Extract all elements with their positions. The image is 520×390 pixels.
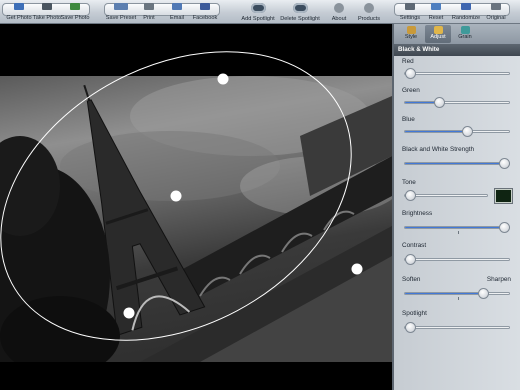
brightness-label: Brightness <box>402 210 433 217</box>
blue-slider-thumb[interactable] <box>462 126 474 137</box>
camera-icon <box>42 3 52 10</box>
delete-spotlight-button[interactable]: Delete Spotlight <box>280 1 320 23</box>
products-icon <box>364 3 374 13</box>
reset-icon <box>431 3 441 10</box>
spotlight-handle-center[interactable] <box>170 190 182 202</box>
spotlight-handle-right[interactable] <box>351 263 363 275</box>
email-icon <box>172 3 182 10</box>
tab-style[interactable]: Style <box>398 25 424 43</box>
soften-slider-thumb[interactable] <box>478 288 489 299</box>
delete-spotlight-icon <box>292 3 308 13</box>
tone-slider-thumb[interactable] <box>405 190 416 201</box>
add-spotlight-button[interactable]: Add Spotlight <box>240 1 276 23</box>
about-button[interactable]: About <box>322 1 356 23</box>
contrast-label: Contrast <box>402 242 427 249</box>
facebook-icon <box>200 3 210 10</box>
panel-tabs: Style Adjust Grain <box>394 24 520 44</box>
red-slider-thumb[interactable] <box>405 68 416 79</box>
tab-grain[interactable]: Grain <box>452 25 478 43</box>
blue-slider-fill <box>405 131 468 132</box>
red-label: Red <box>402 58 414 65</box>
strength-slider[interactable] <box>404 158 510 169</box>
green-slider[interactable] <box>404 97 510 108</box>
tab-adjust[interactable]: Adjust <box>425 25 451 43</box>
style-icon <box>406 26 416 34</box>
soften-sharpen-slider[interactable] <box>404 288 510 300</box>
contrast-slider-thumb[interactable] <box>405 254 416 265</box>
spotlight-label: Spotlight <box>402 310 427 317</box>
green-label: Green <box>402 87 420 94</box>
save-preset-icon <box>114 3 128 10</box>
save-photo-button[interactable]: Save Photo <box>58 1 92 23</box>
spotlight-slider-thumb[interactable] <box>405 322 416 333</box>
info-icon <box>334 3 344 13</box>
spotlight-handle-top[interactable] <box>217 73 229 85</box>
spotlight-ellipse[interactable] <box>0 24 392 390</box>
tone-color-swatch[interactable] <box>494 188 513 204</box>
randomize-icon <box>461 3 471 10</box>
get-photo-icon <box>14 3 24 10</box>
adjustments-panel: Style Adjust Grain Black & White Red Gre… <box>392 24 520 390</box>
soften-center-tick <box>458 297 459 300</box>
reset-button[interactable]: Reset <box>419 1 453 23</box>
section-title: Black & White <box>394 44 520 56</box>
soften-slider-fill <box>405 293 483 294</box>
spotlight-slider[interactable] <box>404 322 510 333</box>
print-icon <box>144 3 154 10</box>
red-slider[interactable] <box>404 68 510 79</box>
randomize-button[interactable]: Randomize <box>449 1 483 23</box>
brightness-slider[interactable] <box>404 222 510 234</box>
original-button[interactable]: Original <box>479 1 513 23</box>
brightness-center-tick <box>458 231 459 234</box>
green-slider-thumb[interactable] <box>434 97 446 108</box>
spotlight-overlay <box>0 24 392 390</box>
adjust-icon <box>433 26 443 34</box>
top-toolbar: Get Photo Take Photo Save Photo Save Pre… <box>0 0 520 24</box>
spotlight-handle-bottom[interactable] <box>123 307 135 319</box>
products-button[interactable]: Products <box>352 1 386 23</box>
sharpen-label: Sharpen <box>486 276 511 283</box>
contrast-slider[interactable] <box>404 254 510 265</box>
photo-canvas[interactable] <box>0 24 392 390</box>
settings-icon <box>405 3 415 10</box>
add-spotlight-icon <box>250 3 266 13</box>
brightness-slider-fill <box>405 227 509 228</box>
brightness-slider-thumb[interactable] <box>499 222 510 233</box>
original-icon <box>491 3 501 10</box>
blue-slider[interactable] <box>404 126 510 137</box>
strength-slider-thumb[interactable] <box>499 158 510 169</box>
save-photo-icon <box>70 3 80 10</box>
facebook-button[interactable]: Facebook <box>188 1 222 23</box>
tone-label: Tone <box>402 179 416 186</box>
strength-label: Black and White Strength <box>402 146 475 153</box>
strength-slider-fill <box>405 163 509 164</box>
tone-slider[interactable] <box>404 190 488 201</box>
grain-icon <box>460 26 470 34</box>
blue-label: Blue <box>402 116 415 123</box>
soften-label: Soften <box>402 276 421 283</box>
